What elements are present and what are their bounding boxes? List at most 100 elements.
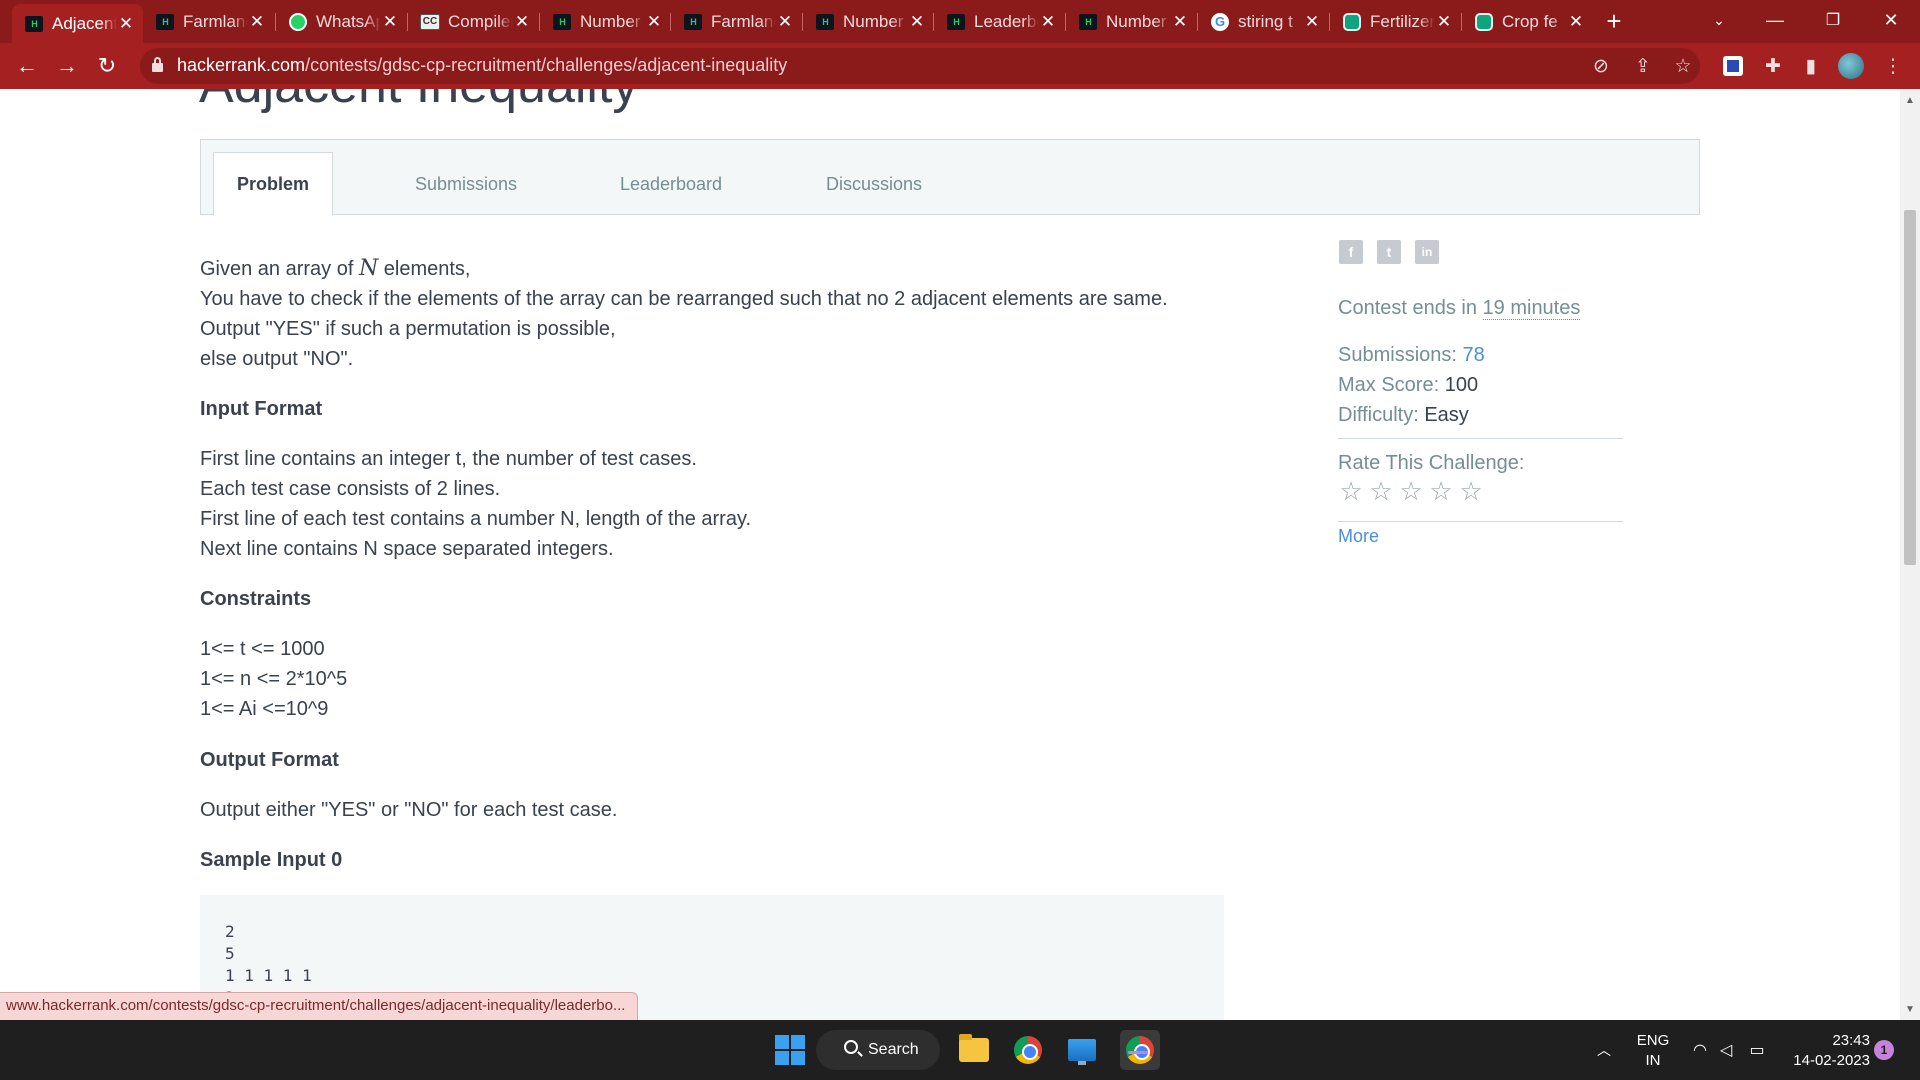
tab-close-icon[interactable]: ✕ <box>248 12 266 32</box>
language-indicator[interactable]: ENG IN <box>1636 1031 1670 1071</box>
close-window-icon[interactable]: ✕ <box>1866 0 1916 40</box>
max-score: Max Score: 100 <box>1338 374 1478 397</box>
codechef-icon: CC <box>420 13 440 31</box>
linkedin-share-icon[interactable]: in <box>1415 240 1439 264</box>
constraints-heading: Constraints <box>200 588 312 610</box>
browser-tab[interactable]: H Number ✕ <box>1066 4 1197 39</box>
rating-star-icon[interactable]: ☆ <box>1368 478 1394 504</box>
tab-close-icon[interactable]: ✕ <box>776 12 794 32</box>
rating-star-icon[interactable]: ☆ <box>1428 478 1454 504</box>
bookmark-star-icon[interactable]: ☆ <box>1670 53 1696 79</box>
browser-tab[interactable]: CC Compiler ✕ <box>408 4 539 39</box>
extensions-puzzle-icon[interactable]: ✚ <box>1760 53 1786 79</box>
side-panel-icon[interactable]: ▮ <box>1798 53 1824 79</box>
tab-title: stiring t <box>1238 11 1293 31</box>
volume-icon[interactable]: ◁ <box>1714 1020 1738 1080</box>
more-link-text: More <box>1338 526 1380 546</box>
scrollbar-thumb[interactable] <box>1904 210 1916 565</box>
scroll-down-icon[interactable]: ▼ <box>1903 1003 1917 1017</box>
browser-tab[interactable]: WhatsApp✕ <box>276 4 407 39</box>
page-content: Adjacent Inequality Problem Submissions … <box>0 89 1920 1020</box>
rating-star-icon[interactable]: ☆ <box>1458 478 1484 504</box>
tab-title: Adjacent Inequality <box>52 13 117 33</box>
tab-title: WhatsApp <box>316 11 381 31</box>
browser-tab[interactable]: H Leaderboard✕ <box>934 4 1065 39</box>
system-clock[interactable]: 23:43 14-02-2023 <box>1786 1031 1870 1071</box>
menu-kebab-icon[interactable]: ⋮ <box>1880 53 1906 79</box>
rating-star-icon[interactable]: ☆ <box>1398 478 1424 504</box>
start-windows-icon[interactable] <box>768 1030 812 1070</box>
notification-badge[interactable]: 1 <box>1874 1040 1894 1060</box>
desktop-app-icon[interactable] <box>1060 1030 1104 1070</box>
constraints-text: 1<= t <= 1000 1<= n <= 2*10^5 1<= Ai <=1… <box>200 634 1250 724</box>
browser-tab[interactable]: Fertilizer ✕ <box>1330 4 1461 39</box>
hackerrank-icon: H <box>815 13 835 31</box>
chrome-icon[interactable] <box>1006 1030 1050 1070</box>
tab-close-icon[interactable]: ✕ <box>381 12 399 32</box>
minimize-icon[interactable]: — <box>1750 0 1800 40</box>
hackerrank-icon: H <box>683 13 703 31</box>
tab-close-icon[interactable]: ✕ <box>1171 12 1189 32</box>
forward-icon[interactable]: → <box>50 49 84 83</box>
input-format-line: First line of each test contains a numbe… <box>200 508 752 530</box>
tab-separator <box>1461 13 1462 31</box>
url-text[interactable]: hackerrank.com/contests/gdsc-cp-recruitm… <box>177 55 787 76</box>
windows-taskbar: Search <box>0 1020 1920 1080</box>
browser-tab[interactable]: H Number ✕ <box>803 4 934 39</box>
browser-tab[interactable]: H Number ✕ <box>540 4 671 39</box>
tab-close-icon[interactable]: ✕ <box>645 12 663 32</box>
rate-label-text: Rate This Challenge: <box>1338 452 1525 474</box>
browser-tab[interactable]: H Farmland ✕ <box>671 4 802 39</box>
profile-avatar[interactable] <box>1838 53 1864 79</box>
twitter-share-icon[interactable]: t <box>1377 240 1401 264</box>
tray-overflow-icon[interactable]: ︿ <box>1592 1020 1616 1080</box>
tab-close-icon[interactable]: ✕ <box>513 12 531 32</box>
tab-close-icon[interactable]: ✕ <box>1567 12 1585 32</box>
tab-close-icon[interactable]: ✕ <box>1303 12 1321 32</box>
extension-icon[interactable] <box>1720 53 1746 79</box>
restore-icon[interactable]: ❐ <box>1808 0 1858 40</box>
taskbar-search[interactable]: Search <box>816 1030 940 1070</box>
battery-icon[interactable]: ▭ <box>1744 1020 1770 1080</box>
tab-close-icon[interactable]: ✕ <box>1435 12 1453 32</box>
submissions-label: Submissions: <box>1338 344 1457 366</box>
facebook-share-icon[interactable]: f <box>1339 240 1363 264</box>
browser-tab[interactable]: H Adjacent Inequality✕ <box>12 4 143 43</box>
browser-tab[interactable]: Gstiring t ✕ <box>1198 4 1329 39</box>
scroll-up-icon[interactable]: ▲ <box>1903 94 1917 108</box>
tab-separator <box>275 13 276 31</box>
browser-tab[interactable]: H Farmland ✕ <box>143 4 274 39</box>
share-icon[interactable]: ⇪ <box>1630 53 1656 79</box>
sidebar-divider <box>1338 438 1623 439</box>
challenge-title: Adjacent Inequality <box>199 89 638 115</box>
clock-time: 23:43 <box>1832 1032 1870 1049</box>
contest-ends-value[interactable]: 19 minutes <box>1482 297 1581 320</box>
tab-close-icon[interactable]: ✕ <box>908 12 926 32</box>
tracking-off-icon[interactable]: ⊘ <box>1588 53 1614 79</box>
tab-title: Compiler <box>448 11 513 31</box>
back-icon[interactable]: ← <box>10 49 44 83</box>
tab-separator <box>802 13 803 31</box>
tab-close-icon[interactable]: ✕ <box>117 14 135 34</box>
reload-icon[interactable]: ↻ <box>90 49 124 83</box>
input-format-line: Next line contains N space separated int… <box>200 538 614 560</box>
new-tab-button[interactable]: + <box>1598 6 1630 38</box>
tab-submissions[interactable]: Submissions <box>391 152 541 216</box>
more-link[interactable]: More <box>1338 526 1379 547</box>
rating-star-icon[interactable]: ☆ <box>1338 478 1364 504</box>
tab-leaderboard[interactable]: Leaderboard <box>596 152 746 216</box>
tab-close-icon[interactable]: ✕ <box>1039 12 1057 32</box>
browser-tab[interactable]: Crop fe ✕ <box>1462 4 1593 39</box>
chrome-active-icon[interactable] <box>1118 1030 1162 1070</box>
tab-discussions[interactable]: Discussions <box>799 152 949 216</box>
wifi-icon[interactable]: ◠ <box>1688 1020 1712 1080</box>
tab-problem[interactable]: Problem <box>213 152 333 216</box>
submissions-link[interactable]: 78 <box>1463 344 1485 366</box>
tab-search-icon[interactable]: ⌄ <box>1694 0 1744 40</box>
rating-stars: ☆ ☆ ☆ ☆ ☆ <box>1338 478 1484 504</box>
sample-input-heading: Sample Input 0 <box>200 849 343 871</box>
url-path: /contests/gdsc-cp-recruitment/challenges… <box>305 55 788 75</box>
file-explorer-icon[interactable] <box>952 1030 996 1070</box>
tab-separator <box>1197 13 1198 31</box>
statement-line-3: Output "YES" if such a permutation is po… <box>200 318 616 340</box>
